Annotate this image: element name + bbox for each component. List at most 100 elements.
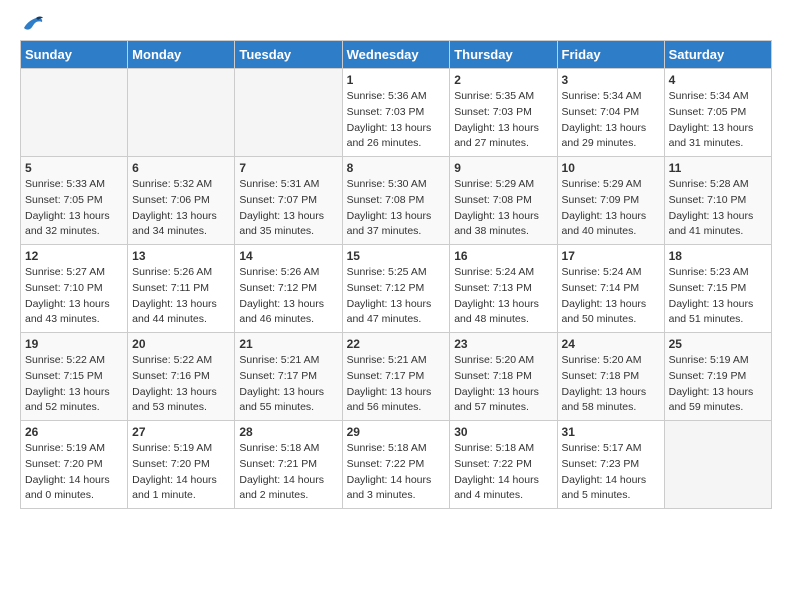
calendar-cell xyxy=(21,69,128,157)
day-info: Sunrise: 5:17 AMSunset: 7:23 PMDaylight:… xyxy=(562,441,660,504)
day-number: 11 xyxy=(669,161,767,175)
day-number: 5 xyxy=(25,161,123,175)
day-info: Sunrise: 5:18 AMSunset: 7:22 PMDaylight:… xyxy=(347,441,446,504)
day-number: 12 xyxy=(25,249,123,263)
logo xyxy=(20,20,44,30)
day-number: 30 xyxy=(454,425,552,439)
day-info: Sunrise: 5:34 AMSunset: 7:05 PMDaylight:… xyxy=(669,89,767,152)
header-row: Sunday Monday Tuesday Wednesday Thursday… xyxy=(21,41,772,69)
calendar-body: 1 Sunrise: 5:36 AMSunset: 7:03 PMDaylight… xyxy=(21,69,772,509)
day-info: Sunrise: 5:32 AMSunset: 7:06 PMDaylight:… xyxy=(132,177,230,240)
calendar-cell: 28Sunrise: 5:18 AMSunset: 7:21 PMDayligh… xyxy=(235,421,342,509)
day-info: Sunrise: 5:36 AMSunset: 7:03 PMDaylight:… xyxy=(347,89,446,152)
logo-bird-icon xyxy=(22,16,44,34)
calendar-cell: 21 Sunrise: 5:21 AMSunset: 7:17 PMDayligh… xyxy=(235,333,342,421)
calendar-cell: 9 Sunrise: 5:29 AMSunset: 7:08 PMDaylight… xyxy=(450,157,557,245)
day-info: Sunrise: 5:21 AMSunset: 7:17 PMDaylight:… xyxy=(239,353,337,416)
calendar-cell xyxy=(235,69,342,157)
calendar-table: Sunday Monday Tuesday Wednesday Thursday… xyxy=(20,40,772,509)
day-info: Sunrise: 5:26 AMSunset: 7:11 PMDaylight:… xyxy=(132,265,230,328)
day-number: 14 xyxy=(239,249,337,263)
page-header xyxy=(20,20,772,30)
calendar-cell: 4 Sunrise: 5:34 AMSunset: 7:05 PMDaylight… xyxy=(664,69,771,157)
col-saturday: Saturday xyxy=(664,41,771,69)
day-number: 6 xyxy=(132,161,230,175)
day-info: Sunrise: 5:35 AMSunset: 7:03 PMDaylight:… xyxy=(454,89,552,152)
day-number: 20 xyxy=(132,337,230,351)
col-sunday: Sunday xyxy=(21,41,128,69)
calendar-cell: 2 Sunrise: 5:35 AMSunset: 7:03 PMDaylight… xyxy=(450,69,557,157)
calendar-cell: 6 Sunrise: 5:32 AMSunset: 7:06 PMDaylight… xyxy=(128,157,235,245)
calendar-cell: 24 Sunrise: 5:20 AMSunset: 7:18 PMDayligh… xyxy=(557,333,664,421)
calendar-cell: 8 Sunrise: 5:30 AMSunset: 7:08 PMDaylight… xyxy=(342,157,450,245)
day-number: 22 xyxy=(347,337,446,351)
calendar-cell xyxy=(664,421,771,509)
col-wednesday: Wednesday xyxy=(342,41,450,69)
day-info: Sunrise: 5:23 AMSunset: 7:15 PMDaylight:… xyxy=(669,265,767,328)
calendar-cell xyxy=(128,69,235,157)
day-info: Sunrise: 5:25 AMSunset: 7:12 PMDaylight:… xyxy=(347,265,446,328)
calendar-cell: 12Sunrise: 5:27 AMSunset: 7:10 PMDayligh… xyxy=(21,245,128,333)
day-number: 9 xyxy=(454,161,552,175)
day-number: 26 xyxy=(25,425,123,439)
day-number: 23 xyxy=(454,337,552,351)
day-info: Sunrise: 5:18 AMSunset: 7:21 PMDaylight:… xyxy=(239,441,337,504)
day-number: 10 xyxy=(562,161,660,175)
calendar-cell: 22 Sunrise: 5:21 AMSunset: 7:17 PMDayligh… xyxy=(342,333,450,421)
calendar-cell: 15 Sunrise: 5:25 AMSunset: 7:12 PMDayligh… xyxy=(342,245,450,333)
day-info: Sunrise: 5:29 AMSunset: 7:08 PMDaylight:… xyxy=(454,177,552,240)
calendar-cell: 13Sunrise: 5:26 AMSunset: 7:11 PMDayligh… xyxy=(128,245,235,333)
day-number: 21 xyxy=(239,337,337,351)
day-info: Sunrise: 5:19 AMSunset: 7:20 PMDaylight:… xyxy=(132,441,230,504)
day-info: Sunrise: 5:28 AMSunset: 7:10 PMDaylight:… xyxy=(669,177,767,240)
calendar-cell: 16 Sunrise: 5:24 AMSunset: 7:13 PMDayligh… xyxy=(450,245,557,333)
calendar-cell: 7 Sunrise: 5:31 AMSunset: 7:07 PMDaylight… xyxy=(235,157,342,245)
day-info: Sunrise: 5:30 AMSunset: 7:08 PMDaylight:… xyxy=(347,177,446,240)
calendar-cell: 26 Sunrise: 5:19 AMSunset: 7:20 PMDayligh… xyxy=(21,421,128,509)
col-tuesday: Tuesday xyxy=(235,41,342,69)
day-info: Sunrise: 5:24 AMSunset: 7:14 PMDaylight:… xyxy=(562,265,660,328)
day-number: 2 xyxy=(454,73,552,87)
calendar-week-row: 12Sunrise: 5:27 AMSunset: 7:10 PMDayligh… xyxy=(21,245,772,333)
calendar-cell: 23 Sunrise: 5:20 AMSunset: 7:18 PMDayligh… xyxy=(450,333,557,421)
calendar-cell: 10 Sunrise: 5:29 AMSunset: 7:09 PMDayligh… xyxy=(557,157,664,245)
day-info: Sunrise: 5:19 AMSunset: 7:20 PMDaylight:… xyxy=(25,441,123,504)
day-info: Sunrise: 5:21 AMSunset: 7:17 PMDaylight:… xyxy=(347,353,446,416)
calendar-week-row: 19Sunrise: 5:22 AMSunset: 7:15 PMDayligh… xyxy=(21,333,772,421)
calendar-cell: 14 Sunrise: 5:26 AMSunset: 7:12 PMDayligh… xyxy=(235,245,342,333)
calendar-cell: 3 Sunrise: 5:34 AMSunset: 7:04 PMDaylight… xyxy=(557,69,664,157)
day-info: Sunrise: 5:20 AMSunset: 7:18 PMDaylight:… xyxy=(562,353,660,416)
day-number: 4 xyxy=(669,73,767,87)
day-number: 15 xyxy=(347,249,446,263)
day-info: Sunrise: 5:34 AMSunset: 7:04 PMDaylight:… xyxy=(562,89,660,152)
day-number: 31 xyxy=(562,425,660,439)
day-number: 1 xyxy=(347,73,446,87)
day-number: 24 xyxy=(562,337,660,351)
col-thursday: Thursday xyxy=(450,41,557,69)
calendar-week-row: 1 Sunrise: 5:36 AMSunset: 7:03 PMDaylight… xyxy=(21,69,772,157)
day-number: 19 xyxy=(25,337,123,351)
calendar-cell: 27 Sunrise: 5:19 AMSunset: 7:20 PMDayligh… xyxy=(128,421,235,509)
day-info: Sunrise: 5:20 AMSunset: 7:18 PMDaylight:… xyxy=(454,353,552,416)
day-number: 3 xyxy=(562,73,660,87)
calendar-cell: 5 Sunrise: 5:33 AMSunset: 7:05 PMDaylight… xyxy=(21,157,128,245)
day-number: 8 xyxy=(347,161,446,175)
calendar-week-row: 5 Sunrise: 5:33 AMSunset: 7:05 PMDaylight… xyxy=(21,157,772,245)
day-info: Sunrise: 5:31 AMSunset: 7:07 PMDaylight:… xyxy=(239,177,337,240)
day-info: Sunrise: 5:29 AMSunset: 7:09 PMDaylight:… xyxy=(562,177,660,240)
calendar-cell: 25Sunrise: 5:19 AMSunset: 7:19 PMDayligh… xyxy=(664,333,771,421)
calendar-cell: 19Sunrise: 5:22 AMSunset: 7:15 PMDayligh… xyxy=(21,333,128,421)
calendar-cell: 29 Sunrise: 5:18 AMSunset: 7:22 PMDayligh… xyxy=(342,421,450,509)
day-info: Sunrise: 5:26 AMSunset: 7:12 PMDaylight:… xyxy=(239,265,337,328)
day-info: Sunrise: 5:33 AMSunset: 7:05 PMDaylight:… xyxy=(25,177,123,240)
day-info: Sunrise: 5:24 AMSunset: 7:13 PMDaylight:… xyxy=(454,265,552,328)
day-number: 17 xyxy=(562,249,660,263)
day-number: 18 xyxy=(669,249,767,263)
calendar-cell: 17 Sunrise: 5:24 AMSunset: 7:14 PMDayligh… xyxy=(557,245,664,333)
day-info: Sunrise: 5:18 AMSunset: 7:22 PMDaylight:… xyxy=(454,441,552,504)
day-number: 7 xyxy=(239,161,337,175)
calendar-cell: 20Sunrise: 5:22 AMSunset: 7:16 PMDayligh… xyxy=(128,333,235,421)
day-number: 16 xyxy=(454,249,552,263)
day-number: 27 xyxy=(132,425,230,439)
day-number: 29 xyxy=(347,425,446,439)
